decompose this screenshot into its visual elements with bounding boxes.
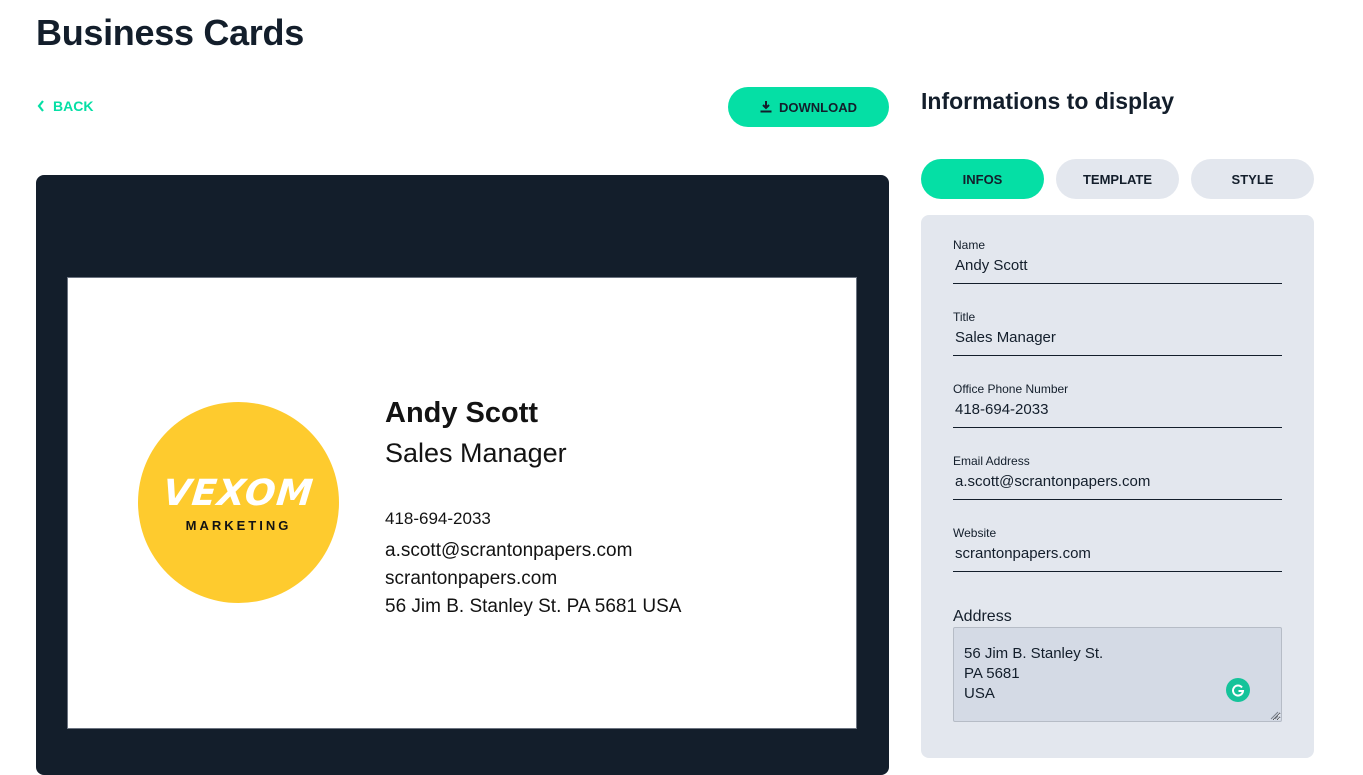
card-title: Sales Manager xyxy=(385,438,567,468)
sidebar-heading: Informations to display xyxy=(921,88,1175,114)
company-logo: VEXOM MARKETING xyxy=(138,402,339,603)
card-details: Andy Scott Sales Manager 418-694-2033 a.… xyxy=(385,393,681,621)
phone-field-group: Office Phone Number xyxy=(953,382,1282,428)
title-label: Title xyxy=(953,310,976,324)
card-website: scrantonpapers.com xyxy=(385,568,558,589)
logo-tagline: MARKETING xyxy=(185,518,292,533)
sidebar-tabs: INFOS TEMPLATE STYLE xyxy=(921,159,1314,199)
website-input[interactable] xyxy=(953,543,1282,572)
email-input[interactable] xyxy=(953,471,1282,500)
back-label: BACK xyxy=(53,98,94,114)
grammarly-glyph-icon xyxy=(1232,684,1245,697)
card-email: a.scott@scrantonpapers.com xyxy=(385,540,633,561)
back-button[interactable]: BACK xyxy=(37,98,93,114)
tab-style[interactable]: STYLE xyxy=(1191,159,1314,199)
website-field-group: Website xyxy=(953,526,1282,572)
address-line: USA xyxy=(964,685,995,702)
tab-infos[interactable]: INFOS xyxy=(921,159,1044,199)
email-field-group: Email Address xyxy=(953,454,1282,500)
title-input[interactable] xyxy=(953,327,1282,356)
website-label: Website xyxy=(953,526,997,540)
name-field-group: Name xyxy=(953,238,1282,284)
address-line: PA 5681 xyxy=(964,665,1020,682)
card-name: Andy Scott xyxy=(385,397,539,429)
page-title: Business Cards xyxy=(36,12,304,53)
email-label: Email Address xyxy=(953,454,1030,468)
business-card: VEXOM MARKETING Andy Scott Sales Manager… xyxy=(67,277,857,729)
phone-input[interactable] xyxy=(953,399,1282,428)
tab-template[interactable]: TEMPLATE xyxy=(1056,159,1179,199)
chevron-left-icon xyxy=(37,100,44,112)
info-form: Name Title Office Phone Number Email Add… xyxy=(921,215,1314,758)
card-preview-area: VEXOM MARKETING Andy Scott Sales Manager… xyxy=(36,175,889,775)
download-button[interactable]: DOWNLOAD xyxy=(728,87,889,127)
name-label: Name xyxy=(953,238,986,252)
download-icon xyxy=(760,101,772,113)
address-label: Address xyxy=(953,608,1012,625)
address-textarea[interactable]: 56 Jim B. Stanley St. PA 5681 USA xyxy=(953,627,1282,722)
grammarly-icon[interactable] xyxy=(1226,678,1250,702)
download-label: DOWNLOAD xyxy=(779,99,857,115)
address-line: 56 Jim B. Stanley St. xyxy=(964,645,1104,662)
card-phone: 418-694-2033 xyxy=(385,509,491,528)
name-input[interactable] xyxy=(953,255,1282,284)
card-address: 56 Jim B. Stanley St. PA 5681 USA xyxy=(385,596,682,617)
resize-handle-icon[interactable] xyxy=(1270,711,1279,720)
title-field-group: Title xyxy=(953,310,1282,356)
logo-wordmark: VEXOM xyxy=(161,473,316,514)
phone-label: Office Phone Number xyxy=(953,382,1069,396)
